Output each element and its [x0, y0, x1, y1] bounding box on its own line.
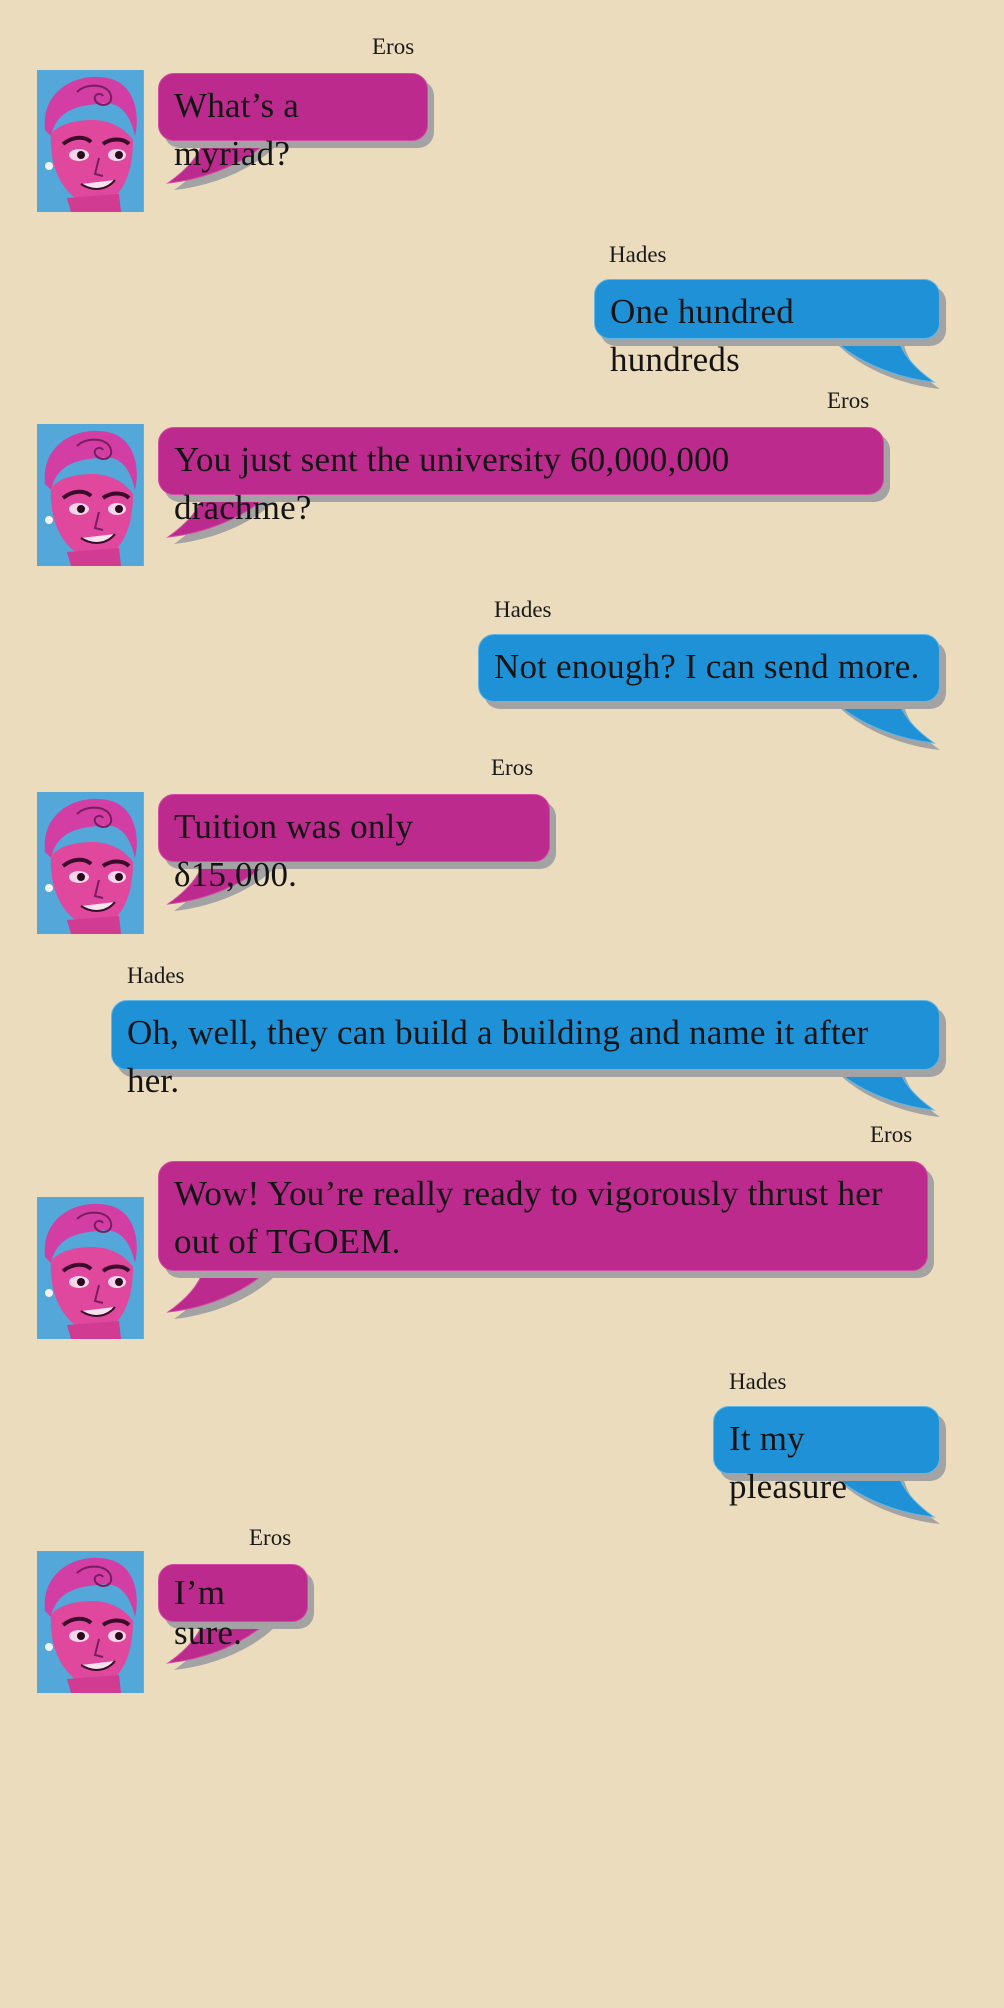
eros-portrait-avatar — [37, 424, 143, 566]
message-bubble[interactable]: One hundred hundreds — [594, 279, 940, 379]
message-bubble[interactable]: I’m sure. — [158, 1564, 308, 1652]
avatar[interactable] — [37, 424, 144, 566]
eros-portrait-avatar — [37, 792, 143, 934]
message-bubble[interactable]: Oh, well, they can build a building and … — [111, 1000, 940, 1100]
bubble-tail — [818, 699, 938, 749]
message-bubble[interactable]: Tuition was only δ15,000. — [158, 794, 550, 894]
bubble-tail — [818, 1066, 938, 1116]
sender-name: Hades — [729, 1369, 787, 1394]
message-bubble[interactable]: What’s a myriad? — [158, 73, 428, 173]
sender-name: Hades — [494, 597, 552, 622]
sender-name: Eros — [827, 388, 870, 413]
avatar[interactable] — [37, 70, 144, 212]
bubble-tail — [818, 338, 938, 388]
avatar[interactable] — [37, 1197, 144, 1339]
eros-portrait-avatar — [37, 1197, 143, 1339]
message-bubble[interactable]: It my pleasure — [713, 1406, 940, 1506]
message-bubble[interactable]: You just sent the university 60,000,000 … — [158, 427, 884, 527]
sender-name: Hades — [127, 963, 185, 988]
chat-screen: { "colors": { "background": "#ebdcbd", "… — [0, 0, 1004, 2008]
bubble-tail — [166, 1268, 286, 1318]
sender-name: Hades — [609, 242, 667, 267]
sender-name: Eros — [870, 1122, 913, 1147]
eros-portrait-avatar — [37, 1551, 143, 1693]
sender-name: Eros — [491, 755, 534, 780]
sender-name: Eros — [249, 1525, 292, 1550]
avatar[interactable] — [37, 792, 144, 934]
sender-name: Eros — [372, 34, 415, 59]
avatar[interactable] — [37, 1551, 144, 1693]
eros-portrait-avatar — [37, 70, 143, 212]
message-bubble[interactable]: Wow! You’re really ready to vigorously t… — [158, 1161, 928, 1271]
message-bubble[interactable]: Not enough? I can send more. — [478, 634, 940, 702]
